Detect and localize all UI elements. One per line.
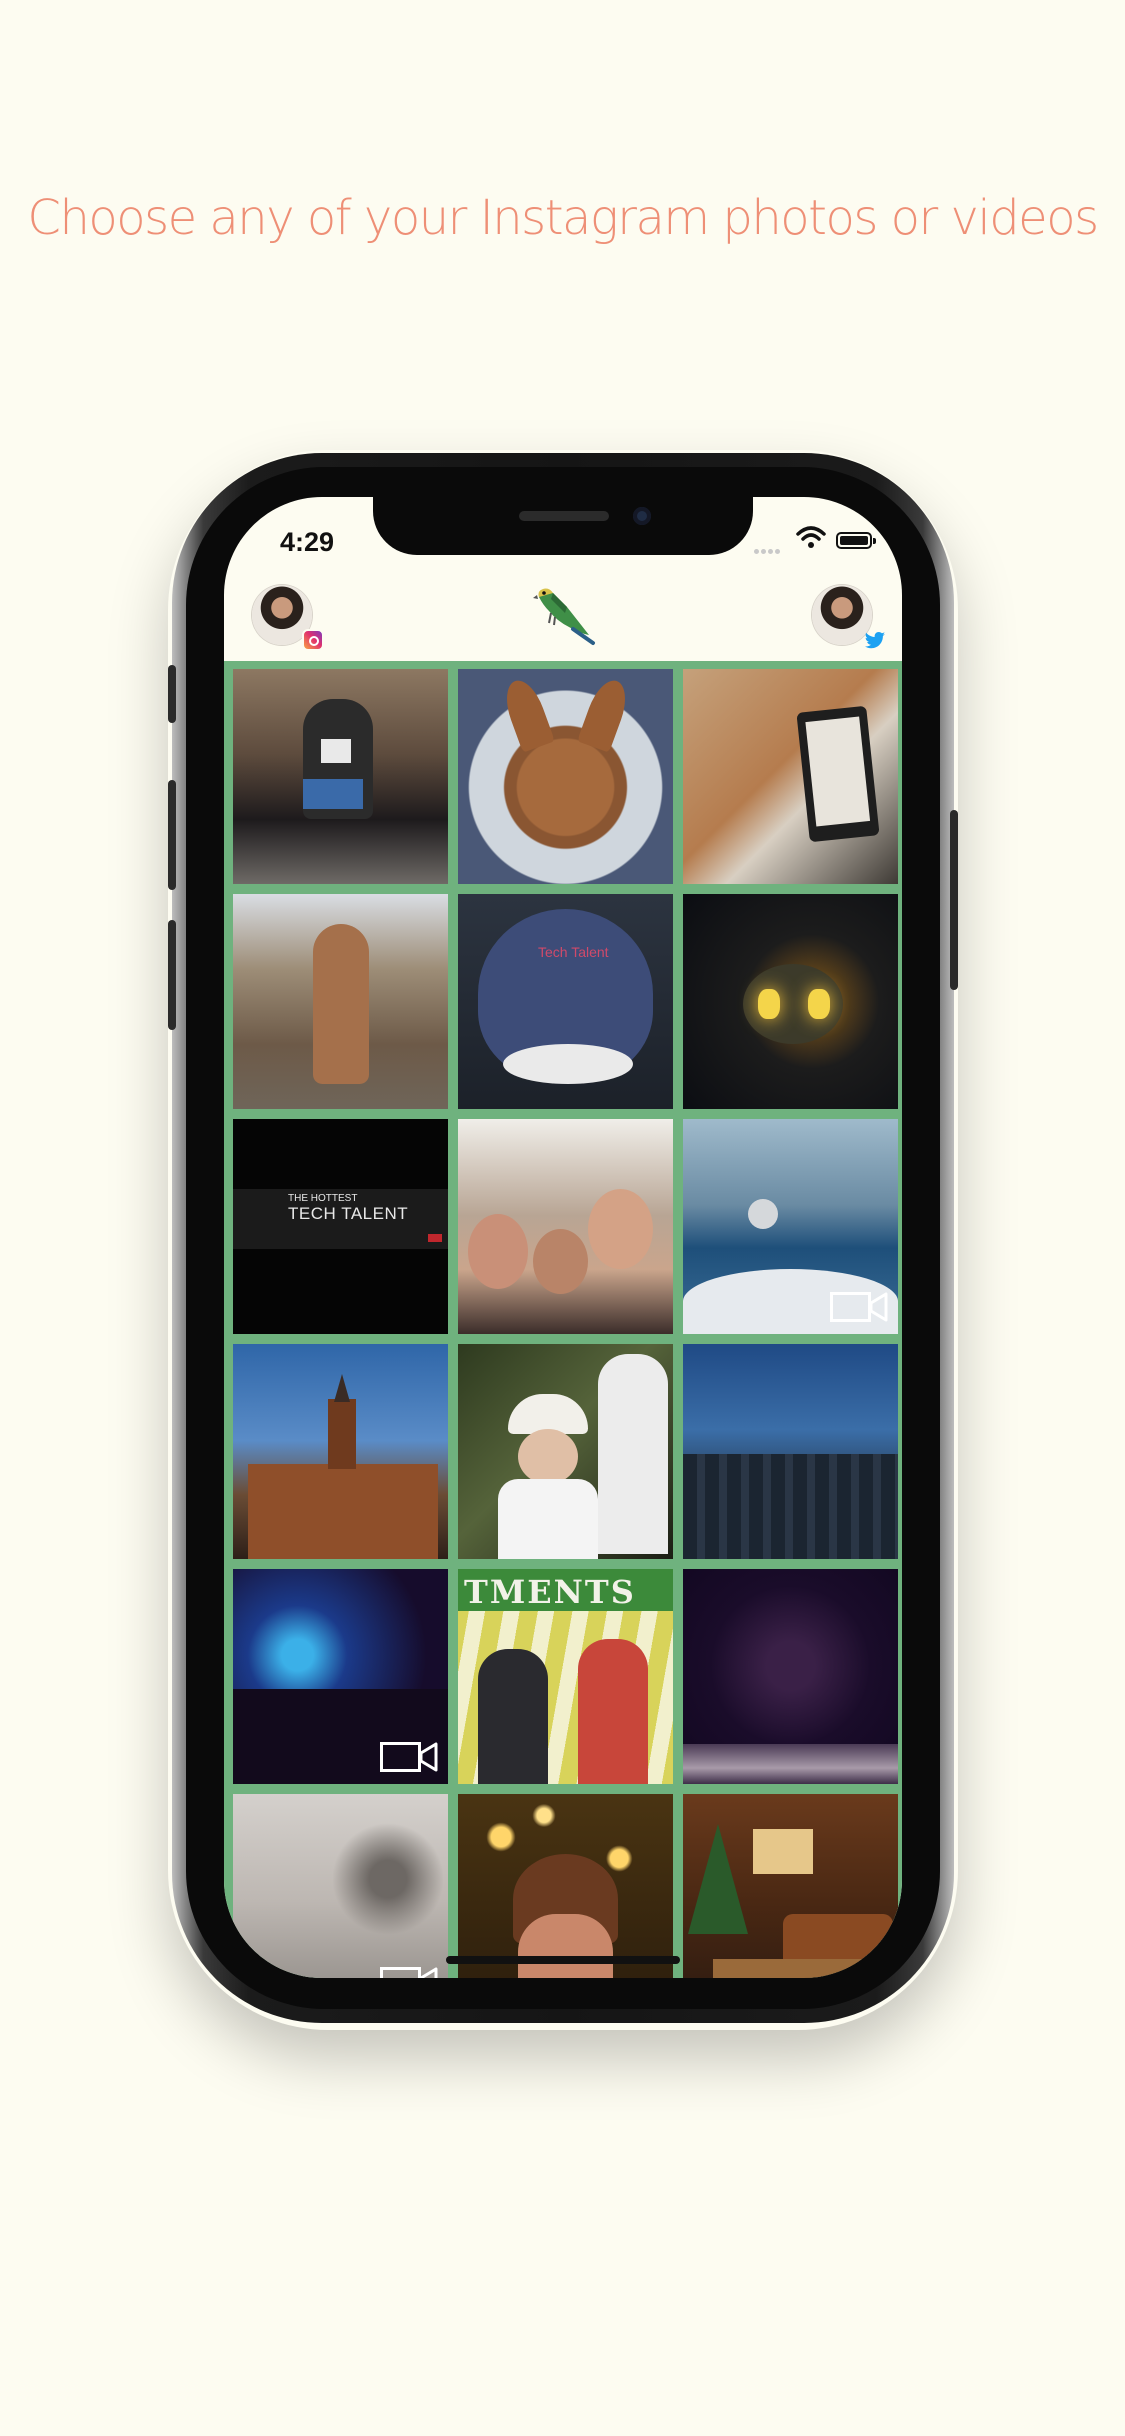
- status-time: 4:29: [280, 527, 335, 557]
- photo-detail: [796, 705, 880, 843]
- photo-detail: [683, 1744, 898, 1784]
- grid-item[interactable]: [683, 1794, 898, 1978]
- notch: [373, 497, 753, 555]
- photo-detail: [598, 1354, 668, 1554]
- grid-item[interactable]: TMENTS: [458, 1569, 673, 1784]
- photo-detail: [468, 1214, 528, 1289]
- photo-detail: [333, 1804, 443, 1954]
- grid-item[interactable]: [233, 1569, 448, 1784]
- phone-screen: 4:29 Tech Talent THE HOTTEST TECH TALENT…: [224, 497, 902, 1978]
- photo-detail: [334, 1374, 350, 1402]
- headline: Choose any of your Instagram photos or v…: [27, 190, 1099, 246]
- photo-detail: [248, 1464, 438, 1559]
- photo-detail: [518, 1914, 613, 1978]
- side-button-mute: [168, 665, 176, 723]
- overlay-text-line2: TECH TALENT: [288, 1204, 409, 1223]
- instagram-icon: [302, 629, 324, 651]
- photo-detail: [328, 1399, 356, 1469]
- home-indicator[interactable]: [446, 1956, 680, 1964]
- overlay-text: Tech Talent: [538, 944, 609, 960]
- side-button-power: [950, 810, 958, 990]
- photo-detail: [588, 1189, 653, 1269]
- photo-detail: [518, 1429, 578, 1484]
- grid-item[interactable]: [683, 1119, 898, 1334]
- grid-item[interactable]: [458, 669, 673, 884]
- photo-detail: [321, 739, 351, 763]
- video-camera-icon: [380, 1967, 438, 1978]
- photo-detail: [503, 1044, 633, 1084]
- photo-detail: [499, 675, 555, 753]
- side-button-volume-down: [168, 920, 176, 1030]
- photo-detail: [577, 675, 633, 753]
- photo-detail: [748, 1199, 778, 1229]
- photo-detail: [508, 1394, 588, 1434]
- grid-item[interactable]: Tech Talent: [458, 894, 673, 1109]
- grid-item[interactable]: [683, 1569, 898, 1784]
- photo-detail: [498, 1479, 598, 1559]
- speaker: [519, 511, 609, 521]
- video-camera-icon: [380, 1742, 438, 1772]
- grid-item[interactable]: [233, 1794, 448, 1978]
- twitter-account-avatar[interactable]: [812, 585, 872, 645]
- grid-item[interactable]: [458, 1119, 673, 1334]
- grid-item[interactable]: [233, 894, 448, 1109]
- photo-detail: [683, 1454, 898, 1559]
- battery-icon: [836, 532, 876, 549]
- overlay-text: TMENTS: [464, 1573, 636, 1611]
- grid-item[interactable]: [683, 894, 898, 1109]
- video-camera-icon: [830, 1292, 888, 1322]
- photo-detail: [428, 1234, 442, 1242]
- grid-item[interactable]: [683, 669, 898, 884]
- photo-detail: [758, 989, 780, 1019]
- photo-detail: [688, 1824, 748, 1934]
- parrot-logo-icon: [533, 588, 595, 645]
- grid-item[interactable]: [683, 1344, 898, 1559]
- photo-detail: [753, 1829, 813, 1874]
- nav-bar: [224, 585, 902, 655]
- photo-detail: [713, 1959, 873, 1978]
- grid-item[interactable]: [233, 1344, 448, 1559]
- overlay-text-line1: THE HOTTEST: [288, 1193, 358, 1204]
- grid-item[interactable]: [458, 1344, 673, 1559]
- photo-detail: [808, 989, 830, 1019]
- front-camera: [633, 507, 651, 525]
- photo-detail: [578, 1639, 648, 1784]
- grid-item[interactable]: [233, 669, 448, 884]
- side-button-volume-up: [168, 780, 176, 890]
- wifi-icon: [796, 526, 826, 548]
- twitter-icon: [864, 632, 886, 649]
- photo-detail: [313, 924, 369, 1084]
- photo-detail: [478, 1649, 548, 1784]
- photo-grid: Tech Talent THE HOTTEST TECH TALENT TMEN…: [224, 661, 902, 1978]
- photo-detail: [805, 716, 871, 827]
- grid-item[interactable]: [458, 1794, 673, 1978]
- cell-signal-icon: [754, 541, 786, 554]
- photo-detail: [303, 779, 363, 809]
- grid-item[interactable]: THE HOTTEST TECH TALENT: [233, 1119, 448, 1334]
- photo-detail: [533, 1229, 588, 1294]
